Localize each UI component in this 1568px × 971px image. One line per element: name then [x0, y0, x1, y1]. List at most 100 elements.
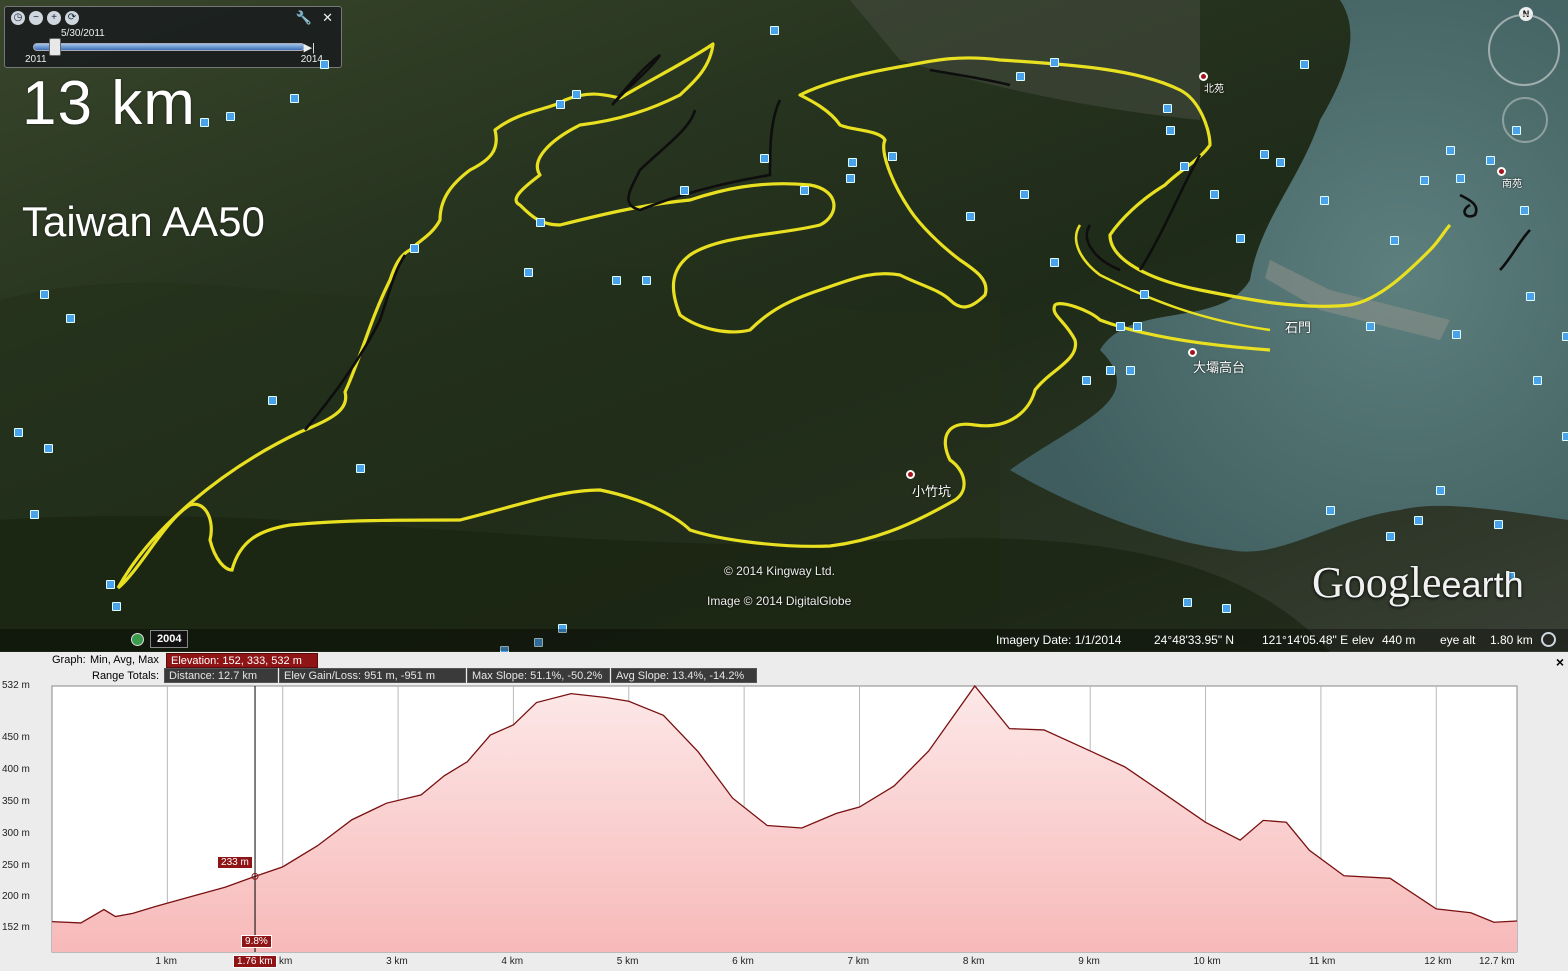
- avg-slope-stat[interactable]: Avg Slope: 13.4%, -14.2%: [611, 668, 757, 683]
- poi-marker-icon[interactable]: [680, 186, 689, 195]
- close-profile-button[interactable]: ×: [1556, 654, 1564, 670]
- place-label-dabagaotai[interactable]: 大壩高台: [1193, 357, 1245, 376]
- poi-marker-icon[interactable]: [1562, 332, 1568, 341]
- poi-marker-icon[interactable]: [1133, 322, 1142, 331]
- poi-marker-icon[interactable]: [642, 276, 651, 285]
- poi-marker-icon[interactable]: [572, 90, 581, 99]
- poi-marker-icon[interactable]: [1326, 506, 1335, 515]
- step-forward-icon[interactable]: ▶|: [304, 41, 315, 54]
- poi-marker-icon[interactable]: [800, 186, 809, 195]
- globe-icon[interactable]: [1541, 632, 1556, 647]
- poi-marker-icon[interactable]: [66, 314, 75, 323]
- place-label-xiaozhukeng[interactable]: 小竹坑: [912, 481, 951, 500]
- map-view[interactable]: ◷ − + ⟳ 🔧 ✕ 5/30/2011 ▶| 2011 2014 13 km…: [0, 0, 1568, 652]
- poi-marker-icon[interactable]: [1276, 158, 1285, 167]
- zoom-out-icon[interactable]: −: [29, 11, 43, 25]
- poi-marker-icon[interactable]: [1320, 196, 1329, 205]
- poi-marker-icon[interactable]: [1414, 516, 1423, 525]
- poi-marker-icon[interactable]: [846, 174, 855, 183]
- poi-marker-icon[interactable]: [112, 602, 121, 611]
- poi-marker-icon[interactable]: [226, 112, 235, 121]
- poi-marker-icon[interactable]: [1562, 432, 1568, 441]
- poi-marker-icon[interactable]: [1526, 292, 1535, 301]
- poi-marker-icon[interactable]: [356, 464, 365, 473]
- poi-marker-icon[interactable]: [770, 26, 779, 35]
- poi-marker-icon[interactable]: [14, 428, 23, 437]
- wrench-icon[interactable]: 🔧: [296, 10, 312, 26]
- poi-marker-icon[interactable]: [1050, 258, 1059, 267]
- elev-label: elev: [1352, 633, 1375, 647]
- poi-marker-icon[interactable]: [290, 94, 299, 103]
- elev-gain-stat[interactable]: Elev Gain/Loss: 951 m, -951 m: [279, 668, 466, 683]
- poi-marker-icon[interactable]: [1520, 206, 1529, 215]
- poi-marker-icon[interactable]: [30, 510, 39, 519]
- poi-marker-icon[interactable]: [1082, 376, 1091, 385]
- place-label-beiyuan[interactable]: 北苑: [1204, 80, 1224, 95]
- poi-marker-icon[interactable]: [556, 100, 565, 109]
- poi-marker-icon[interactable]: [1494, 520, 1503, 529]
- poi-marker-icon[interactable]: [760, 154, 769, 163]
- poi-marker-icon[interactable]: [1180, 162, 1189, 171]
- max-slope-stat[interactable]: Max Slope: 51.1%, -50.2%: [467, 668, 610, 683]
- poi-marker-icon[interactable]: [1420, 176, 1429, 185]
- poi-marker-icon[interactable]: [1512, 126, 1521, 135]
- poi-marker-icon[interactable]: [1300, 60, 1309, 69]
- poi-marker-icon[interactable]: [524, 268, 533, 277]
- historical-imagery-icon[interactable]: [131, 633, 144, 646]
- poi-marker-icon[interactable]: [320, 60, 329, 69]
- clock-icon[interactable]: ◷: [11, 11, 25, 25]
- poi-marker-icon[interactable]: [1260, 150, 1269, 159]
- poi-marker-icon[interactable]: [40, 290, 49, 299]
- poi-marker-icon[interactable]: [1166, 126, 1175, 135]
- refresh-icon[interactable]: ⟳: [65, 11, 79, 25]
- poi-marker-icon[interactable]: [1456, 174, 1465, 183]
- elevation-profile-panel: Graph: Min, Avg, Max Elevation: 152, 333…: [0, 652, 1568, 971]
- terrain-imagery[interactable]: [0, 0, 1568, 652]
- time-slider-track[interactable]: [33, 43, 305, 51]
- historical-year-badge[interactable]: 2004: [150, 630, 189, 648]
- poi-marker-icon[interactable]: [1183, 598, 1192, 607]
- poi-marker-icon[interactable]: [612, 276, 621, 285]
- time-slider-thumb[interactable]: [49, 38, 61, 56]
- elevation-stat[interactable]: Elevation: 152, 333, 532 m: [166, 653, 318, 668]
- poi-marker-icon[interactable]: [1446, 146, 1455, 155]
- poi-marker-icon[interactable]: [1016, 72, 1025, 81]
- poi-marker-icon[interactable]: [1236, 234, 1245, 243]
- poi-marker-icon[interactable]: [1106, 366, 1115, 375]
- poi-marker-icon[interactable]: [1436, 486, 1445, 495]
- poi-marker-icon[interactable]: [1452, 330, 1461, 339]
- close-icon[interactable]: ✕: [322, 10, 333, 26]
- poi-marker-icon[interactable]: [1486, 156, 1495, 165]
- poi-marker-icon[interactable]: [200, 118, 209, 127]
- poi-marker-icon[interactable]: [1140, 290, 1149, 299]
- poi-marker-icon[interactable]: [1366, 322, 1375, 331]
- poi-marker-icon[interactable]: [44, 444, 53, 453]
- poi-marker-icon[interactable]: [536, 218, 545, 227]
- poi-marker-icon[interactable]: [1163, 104, 1172, 113]
- poi-marker-icon[interactable]: [966, 212, 975, 221]
- poi-marker-icon[interactable]: [106, 580, 115, 589]
- poi-marker-icon[interactable]: [1126, 366, 1135, 375]
- place-label-shimen[interactable]: 石門: [1285, 317, 1311, 336]
- poi-marker-icon[interactable]: [1210, 190, 1219, 199]
- graph-mode: Min, Avg, Max: [90, 654, 159, 666]
- poi-marker-icon[interactable]: [1390, 236, 1399, 245]
- poi-marker-icon[interactable]: [410, 244, 419, 253]
- poi-marker-icon[interactable]: [1533, 376, 1542, 385]
- poi-marker-icon[interactable]: [1116, 322, 1125, 331]
- move-joystick[interactable]: [1502, 97, 1548, 143]
- poi-marker-icon[interactable]: [1020, 190, 1029, 199]
- place-marker-icon[interactable]: [1188, 348, 1197, 357]
- poi-marker-icon[interactable]: [1050, 58, 1059, 67]
- poi-marker-icon[interactable]: [888, 152, 897, 161]
- place-marker-icon[interactable]: [906, 470, 915, 479]
- poi-marker-icon[interactable]: [1386, 532, 1395, 541]
- place-label-nanyuan[interactable]: 南苑: [1502, 175, 1522, 190]
- y-tick-label: 152 m: [2, 922, 30, 933]
- look-joystick[interactable]: [1488, 14, 1560, 86]
- distance-stat[interactable]: Distance: 12.7 km: [164, 668, 278, 683]
- poi-marker-icon[interactable]: [268, 396, 277, 405]
- zoom-in-icon[interactable]: +: [47, 11, 61, 25]
- poi-marker-icon[interactable]: [1222, 604, 1231, 613]
- poi-marker-icon[interactable]: [848, 158, 857, 167]
